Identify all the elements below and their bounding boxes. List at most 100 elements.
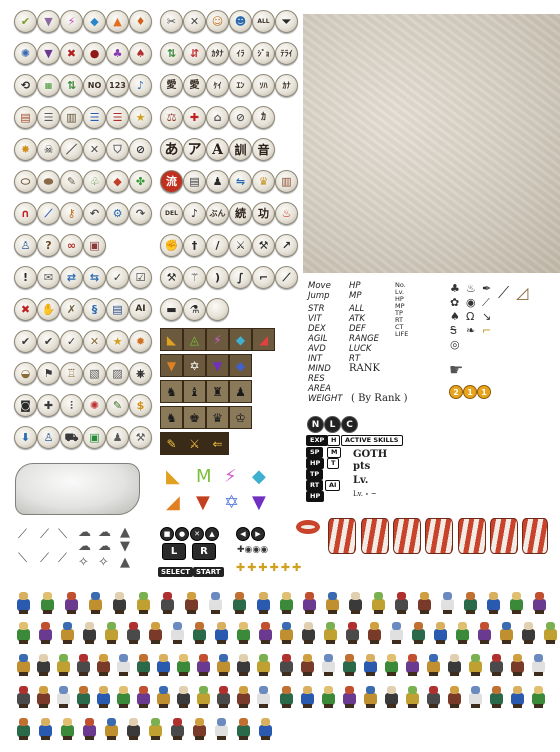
character-sprite bbox=[257, 716, 273, 740]
character-sprite bbox=[103, 620, 119, 644]
character-sprite bbox=[509, 652, 525, 676]
character-sprite bbox=[135, 590, 151, 614]
character-sprite bbox=[195, 684, 211, 708]
character-sprite bbox=[15, 590, 31, 614]
character-sprite bbox=[370, 590, 386, 614]
character-sprite bbox=[278, 684, 294, 708]
character-sprite bbox=[425, 684, 441, 708]
character-sprite bbox=[488, 684, 504, 708]
character-sprite bbox=[255, 652, 271, 676]
character-sprite bbox=[278, 590, 294, 614]
character-sprite bbox=[63, 590, 79, 614]
character-sprite bbox=[530, 684, 546, 708]
character-sprite bbox=[59, 620, 75, 644]
character-sprites bbox=[0, 0, 560, 752]
character-sprite bbox=[278, 652, 294, 676]
character-sprite bbox=[231, 590, 247, 614]
character-sprite bbox=[299, 652, 315, 676]
character-sprite bbox=[255, 590, 271, 614]
character-sprite bbox=[257, 620, 273, 644]
character-sprite bbox=[446, 684, 462, 708]
character-sprite bbox=[35, 652, 51, 676]
character-sprite bbox=[75, 652, 91, 676]
character-sprite bbox=[446, 652, 462, 676]
character-sprite bbox=[508, 590, 524, 614]
character-sprite bbox=[135, 652, 151, 676]
character-sprite bbox=[39, 590, 55, 614]
character-sprite bbox=[115, 684, 131, 708]
character-sprite bbox=[255, 684, 271, 708]
character-sprite bbox=[467, 652, 483, 676]
character-sprite bbox=[15, 684, 31, 708]
character-sprite bbox=[55, 652, 71, 676]
character-sprite bbox=[462, 590, 478, 614]
character-sprite bbox=[15, 716, 31, 740]
character-sprite bbox=[147, 620, 163, 644]
character-sprite bbox=[324, 590, 340, 614]
character-sprite bbox=[341, 652, 357, 676]
character-sprite bbox=[235, 620, 251, 644]
character-sprite bbox=[37, 620, 53, 644]
character-sprite bbox=[366, 620, 382, 644]
character-sprite bbox=[322, 620, 338, 644]
character-sprite bbox=[37, 716, 53, 740]
character-sprite bbox=[59, 716, 75, 740]
character-sprite bbox=[125, 716, 141, 740]
character-sprite bbox=[432, 620, 448, 644]
character-sprite bbox=[169, 716, 185, 740]
character-sprite bbox=[383, 684, 399, 708]
character-sprite bbox=[115, 652, 131, 676]
character-sprite bbox=[103, 716, 119, 740]
character-sprite bbox=[215, 684, 231, 708]
character-sprite bbox=[207, 590, 223, 614]
character-sprite bbox=[416, 590, 432, 614]
character-sprite bbox=[183, 590, 199, 614]
character-sprite bbox=[404, 652, 420, 676]
character-sprite bbox=[125, 620, 141, 644]
character-sprite bbox=[509, 684, 525, 708]
character-sprite bbox=[520, 620, 536, 644]
character-sprite bbox=[299, 684, 315, 708]
character-sprite bbox=[454, 620, 470, 644]
character-sprite bbox=[362, 684, 378, 708]
character-sprite bbox=[344, 620, 360, 644]
character-sprite bbox=[111, 590, 127, 614]
character-sprite bbox=[213, 620, 229, 644]
character-sprite bbox=[235, 652, 251, 676]
character-sprite bbox=[300, 620, 316, 644]
character-sprite bbox=[425, 652, 441, 676]
character-sprite bbox=[410, 620, 426, 644]
character-sprite bbox=[388, 620, 404, 644]
character-sprite bbox=[81, 620, 97, 644]
character-sprite bbox=[155, 652, 171, 676]
character-sprite bbox=[147, 716, 163, 740]
character-sprite bbox=[55, 684, 71, 708]
character-sprite bbox=[235, 684, 251, 708]
character-sprite bbox=[476, 620, 492, 644]
character-sprite bbox=[362, 652, 378, 676]
character-sprite bbox=[175, 652, 191, 676]
character-sprite bbox=[155, 684, 171, 708]
character-sprite bbox=[135, 684, 151, 708]
character-sprite bbox=[530, 652, 546, 676]
character-sprite bbox=[542, 620, 558, 644]
character-sprite bbox=[235, 716, 251, 740]
character-sprite bbox=[531, 590, 547, 614]
character-sprite bbox=[278, 620, 294, 644]
character-sprite bbox=[320, 684, 336, 708]
character-sprite bbox=[75, 684, 91, 708]
character-sprite bbox=[169, 620, 185, 644]
character-sprite bbox=[215, 652, 231, 676]
character-sprite bbox=[35, 684, 51, 708]
character-sprite bbox=[301, 590, 317, 614]
sprite-sheet: { "text_icons": { "no_label": "NO", "kan… bbox=[0, 0, 560, 752]
character-sprite bbox=[191, 620, 207, 644]
character-sprite bbox=[498, 620, 514, 644]
character-sprite bbox=[15, 620, 31, 644]
character-sprite bbox=[213, 716, 229, 740]
character-sprite bbox=[95, 684, 111, 708]
character-sprite bbox=[467, 684, 483, 708]
character-sprite bbox=[393, 590, 409, 614]
character-sprite bbox=[191, 716, 207, 740]
character-sprite bbox=[175, 684, 191, 708]
